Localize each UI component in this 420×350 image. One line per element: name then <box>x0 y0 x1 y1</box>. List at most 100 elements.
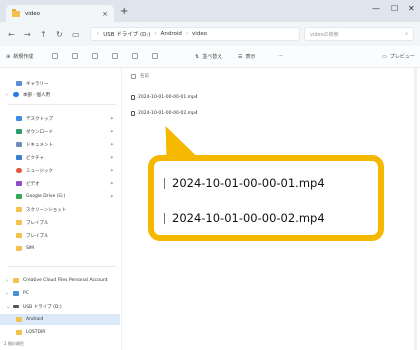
callout-file-row: 2024-10-01-00-00-01.mp4 <box>164 176 325 190</box>
file-icon <box>131 110 135 116</box>
pin-icon: ✦ <box>109 167 114 174</box>
maximize-icon[interactable]: ☐ <box>391 4 398 13</box>
sidebar-item-sim[interactable]: SIM <box>0 243 120 254</box>
pin-icon: ✦ <box>109 128 114 135</box>
chevron-right-icon[interactable]: › <box>6 278 10 284</box>
music-icon <box>16 168 22 173</box>
scrollbar[interactable] <box>414 68 417 350</box>
folder-icon <box>13 278 19 283</box>
pin-icon: ✦ <box>109 180 114 187</box>
cloud-icon <box>13 92 19 97</box>
delete-icon[interactable] <box>152 53 158 59</box>
sidebar-item-music[interactable]: ミュージック ✦ <box>0 165 120 176</box>
sort-button[interactable]: ⇅ 並べ替え <box>195 53 222 61</box>
title-bar: video × + — ☐ ✕ <box>0 0 420 22</box>
file-icon <box>164 177 168 189</box>
minimize-icon[interactable]: — <box>372 4 380 13</box>
list-item[interactable]: 2024-10-01-00-00-01.mp4 <box>131 92 198 102</box>
cut-icon[interactable] <box>52 53 58 59</box>
breadcrumb-item-video[interactable]: video <box>192 31 207 37</box>
chevron-right-icon[interactable]: › <box>6 291 10 297</box>
preview-button[interactable]: ▭ プレビュー <box>382 53 415 61</box>
column-header-name[interactable]: 名前 <box>131 73 149 79</box>
forward-icon[interactable]: → <box>24 22 31 46</box>
address-bar: ← → ↑ ↻ ▭ › USB ドライブ (D:) › Android › vi… <box>0 22 420 46</box>
folder-icon <box>12 9 20 17</box>
refresh-icon[interactable]: ↻ <box>56 22 63 46</box>
divider <box>8 266 116 267</box>
pin-icon: ✦ <box>109 141 114 148</box>
back-icon[interactable]: ← <box>8 22 15 46</box>
view-button[interactable]: ☰ 表示 <box>238 53 256 61</box>
paste-icon[interactable] <box>92 53 98 59</box>
file-icon <box>164 212 168 224</box>
sidebar-item-folder-1[interactable]: ブレイブル <box>0 217 120 228</box>
close-icon[interactable]: × <box>102 10 108 18</box>
search-input[interactable]: videoの検索 ⌕ <box>304 27 414 41</box>
sidebar-item-pc[interactable]: › PC <box>0 288 120 299</box>
sidebar-item-documents[interactable]: ドキュメント ✦ <box>0 139 120 150</box>
copy-icon[interactable] <box>72 53 78 59</box>
desktop-icon <box>16 116 22 121</box>
select-all-checkbox[interactable] <box>131 73 136 79</box>
list-item[interactable]: 2024-10-01-00-00-02.mp4 <box>131 108 198 118</box>
breadcrumb-item-android[interactable]: Android <box>161 31 182 37</box>
monitor-icon[interactable]: ▭ <box>72 22 80 46</box>
sidebar-item-google-drive[interactable]: Google Drive (G:) ✦ <box>0 191 120 202</box>
chevron-right-icon[interactable]: › <box>6 92 10 98</box>
new-button[interactable]: ⊕ 新規作成 <box>6 53 33 61</box>
pin-icon: ✦ <box>109 115 114 122</box>
sidebar-item-downloads[interactable]: ダウンロード ✦ <box>0 126 120 137</box>
sidebar-item-onedrive[interactable]: › 本部 - 個人用 <box>0 89 120 100</box>
gallery-icon <box>16 81 22 86</box>
up-icon[interactable]: ↑ <box>40 22 47 46</box>
file-icon <box>131 94 135 100</box>
callout-file-name: 2024-10-01-00-00-02.mp4 <box>172 211 325 225</box>
tab-label: video <box>25 10 41 17</box>
usb-drive-icon <box>13 305 19 308</box>
sidebar-item-pictures[interactable]: ピクチャ ✦ <box>0 152 120 163</box>
folder-icon <box>16 233 22 238</box>
rename-icon[interactable] <box>112 53 118 59</box>
breadcrumb[interactable]: › USB ドライブ (D:) › Android › video <box>90 27 300 41</box>
chevron-down-icon[interactable]: ⌄ <box>6 304 10 310</box>
search-icon: ⌕ <box>405 31 408 37</box>
video-icon <box>16 181 22 186</box>
plus-icon[interactable]: + <box>120 6 128 18</box>
folder-icon <box>16 330 22 335</box>
folder-icon <box>16 207 22 212</box>
sidebar-item-lostdir[interactable]: LOSTDIR <box>0 327 120 338</box>
sidebar-item-android[interactable]: Android <box>0 314 120 325</box>
pin-icon: ✦ <box>109 154 114 161</box>
more-button[interactable]: ··· <box>278 53 283 59</box>
sidebar-item-creative-cloud[interactable]: › Creative Cloud Files Personal Account <box>0 275 120 286</box>
computer-icon <box>13 291 19 296</box>
sidebar-item-desktop[interactable]: デスクトップ ✦ <box>0 113 120 124</box>
folder-icon <box>16 220 22 225</box>
callout-file-name: 2024-10-01-00-00-01.mp4 <box>172 176 325 190</box>
file-name: 2024-10-01-00-00-02.mp4 <box>138 110 198 116</box>
sidebar-item-usb-drive[interactable]: ⌄ USB ドライブ (D:) <box>0 301 120 312</box>
breadcrumb-item-drive[interactable]: USB ドライブ (D:) <box>103 30 150 38</box>
search-placeholder: videoの検索 <box>310 31 339 38</box>
file-name: 2024-10-01-00-00-01.mp4 <box>138 94 198 100</box>
plus-circle-icon: ⊕ <box>6 53 11 60</box>
folder-icon <box>16 317 22 322</box>
callout-file-row: 2024-10-01-00-00-02.mp4 <box>164 211 325 225</box>
sidebar-item-gallery[interactable]: ギャラリー <box>0 78 120 89</box>
status-bar: 2 個の項目 <box>4 341 24 346</box>
document-icon <box>16 142 22 147</box>
picture-icon <box>16 155 22 160</box>
callout-highlight: 2024-10-01-00-00-01.mp4 2024-10-01-00-00… <box>148 155 384 241</box>
view-icon: ☰ <box>238 53 243 60</box>
close-icon[interactable]: ✕ <box>408 4 415 13</box>
tab-video[interactable]: video × <box>6 5 114 22</box>
file-explorer-window: video × + — ☐ ✕ ← → ↑ ↻ ▭ › USB ドライブ (D:… <box>0 0 420 350</box>
sidebar-item-screenshots[interactable]: スクリーンショット <box>0 204 120 215</box>
share-icon[interactable] <box>132 53 138 59</box>
sidebar-item-folder-2[interactable]: ブレイブル <box>0 230 120 241</box>
sidebar-item-videos[interactable]: ビデオ ✦ <box>0 178 120 189</box>
navigation-pane: ギャラリー › 本部 - 個人用 デスクトップ ✦ ダウンロード ✦ ドキュメン… <box>0 68 122 350</box>
pin-icon: ✦ <box>109 193 114 200</box>
preview-icon: ▭ <box>382 53 387 60</box>
